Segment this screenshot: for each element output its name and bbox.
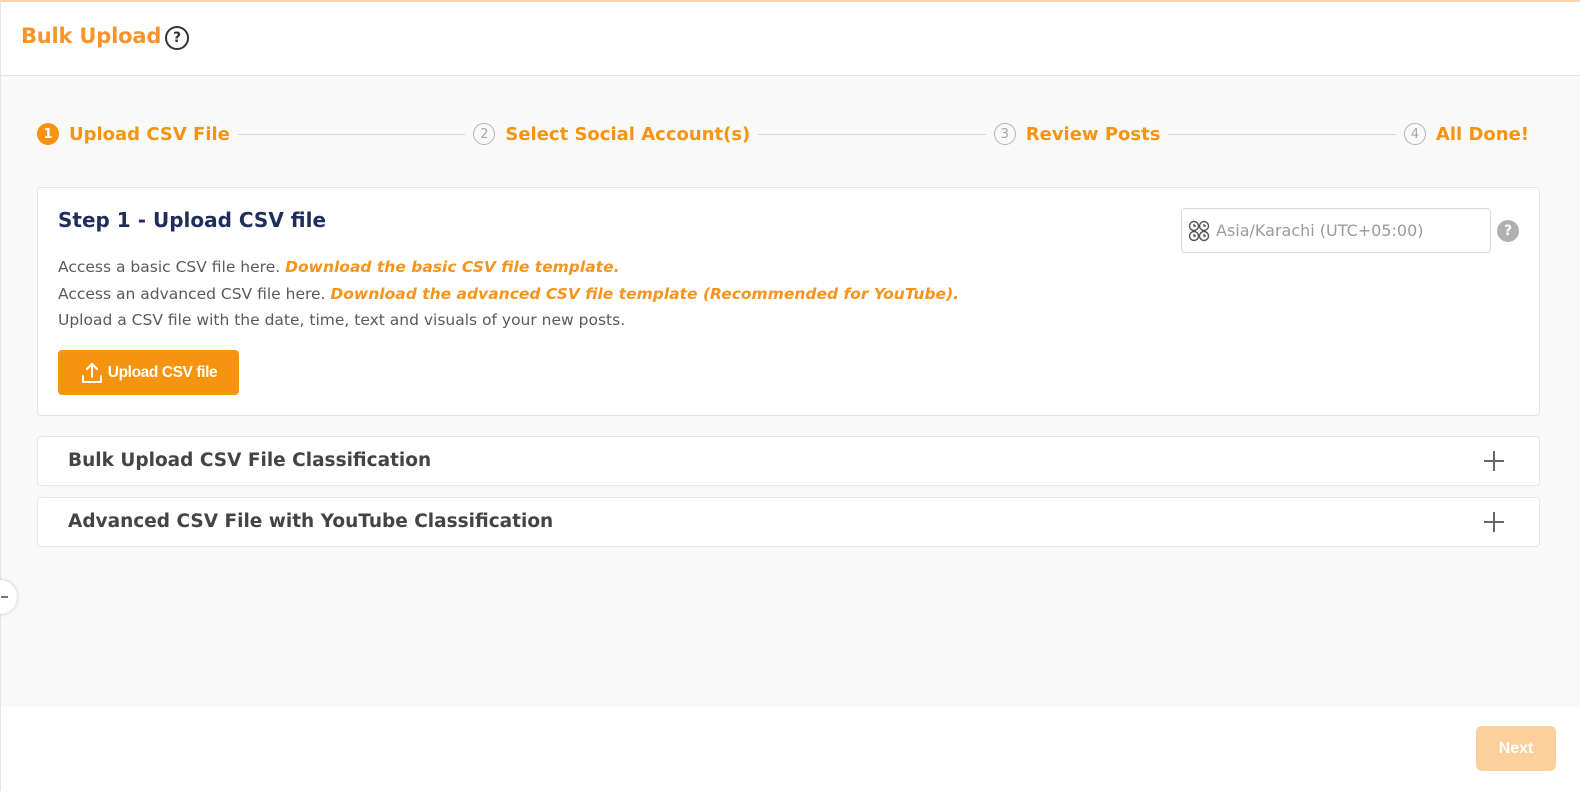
accordion-title: Advanced CSV File with YouTube Classific… (68, 511, 554, 532)
basic-template-line: Access a basic CSV file here. Download t… (58, 254, 959, 281)
download-basic-template-link[interactable]: Download the basic CSV file template. (285, 258, 619, 276)
next-button[interactable]: Next (1476, 726, 1556, 771)
step-all-done: 4 All Done! (1403, 123, 1529, 145)
step-number-4: 4 (1403, 123, 1426, 145)
step-connector (237, 133, 466, 135)
step-upload-csv: 1 Upload CSV File (37, 123, 230, 145)
accordion-advanced-youtube-classification[interactable]: Advanced CSV File with YouTube Classific… (37, 497, 1540, 547)
help-icon[interactable]: ? (165, 26, 189, 50)
timezone-value: Asia/Karachi (UTC+05:00) (1216, 221, 1424, 240)
world-clock-icon (1188, 220, 1210, 241)
plus-icon[interactable] (1483, 450, 1505, 472)
step-number-3: 3 (993, 123, 1016, 145)
step-select-accounts: 2 Select Social Account(s) (473, 123, 750, 145)
step-label: Review Posts (1025, 123, 1161, 145)
step-connector (1168, 133, 1396, 135)
upload-csv-label: Upload CSV file (107, 363, 218, 381)
advanced-template-text: Access an advanced CSV file here. (58, 284, 326, 303)
step-title: Step 1 - Upload CSV file (58, 208, 327, 232)
main-content: 1 Upload CSV File 2 Select Social Accoun… (0, 76, 1580, 706)
upload-description: Upload a CSV file with the date, time, t… (58, 311, 626, 329)
timezone-select[interactable]: Asia/Karachi (UTC+05:00) (1181, 208, 1491, 253)
accordion-bulk-upload-classification[interactable]: Bulk Upload CSV File Classification (37, 436, 1540, 486)
step-number-1: 1 (37, 123, 59, 145)
step-label: All Done! (1435, 123, 1529, 145)
step-number-2: 2 (473, 123, 496, 145)
advanced-template-line: Access an advanced CSV file here. Downlo… (58, 281, 959, 308)
download-advanced-template-link[interactable]: Download the advanced CSV file template … (330, 285, 959, 303)
step-review-posts: 3 Review Posts (993, 123, 1161, 145)
footer: Next (1, 706, 1580, 793)
page-title: Bulk Upload (21, 24, 162, 48)
accordion-title: Bulk Upload CSV File Classification (68, 450, 432, 471)
step-connector (758, 133, 986, 135)
step-label: Select Social Account(s) (505, 123, 751, 145)
stepper: 1 Upload CSV File 2 Select Social Accoun… (37, 122, 1529, 146)
upload-icon (81, 362, 102, 383)
bulk-upload-page: Bulk Upload ? 1 Upload CSV File 2 Select… (0, 0, 1580, 793)
page-header: Bulk Upload ? (1, 2, 1580, 76)
timezone-help-icon[interactable]: ? (1497, 220, 1519, 242)
basic-template-text: Access a basic CSV file here. (58, 258, 281, 276)
sidebar-collapse-toggle[interactable] (0, 580, 17, 614)
upload-step-card: Step 1 - Upload CSV file Access a basic … (37, 187, 1540, 416)
step-label: Upload CSV File (69, 123, 230, 145)
upload-csv-button[interactable]: Upload CSV file (58, 350, 239, 395)
plus-icon[interactable] (1483, 511, 1505, 533)
instructions: Access a basic CSV file here. Download t… (58, 254, 959, 334)
